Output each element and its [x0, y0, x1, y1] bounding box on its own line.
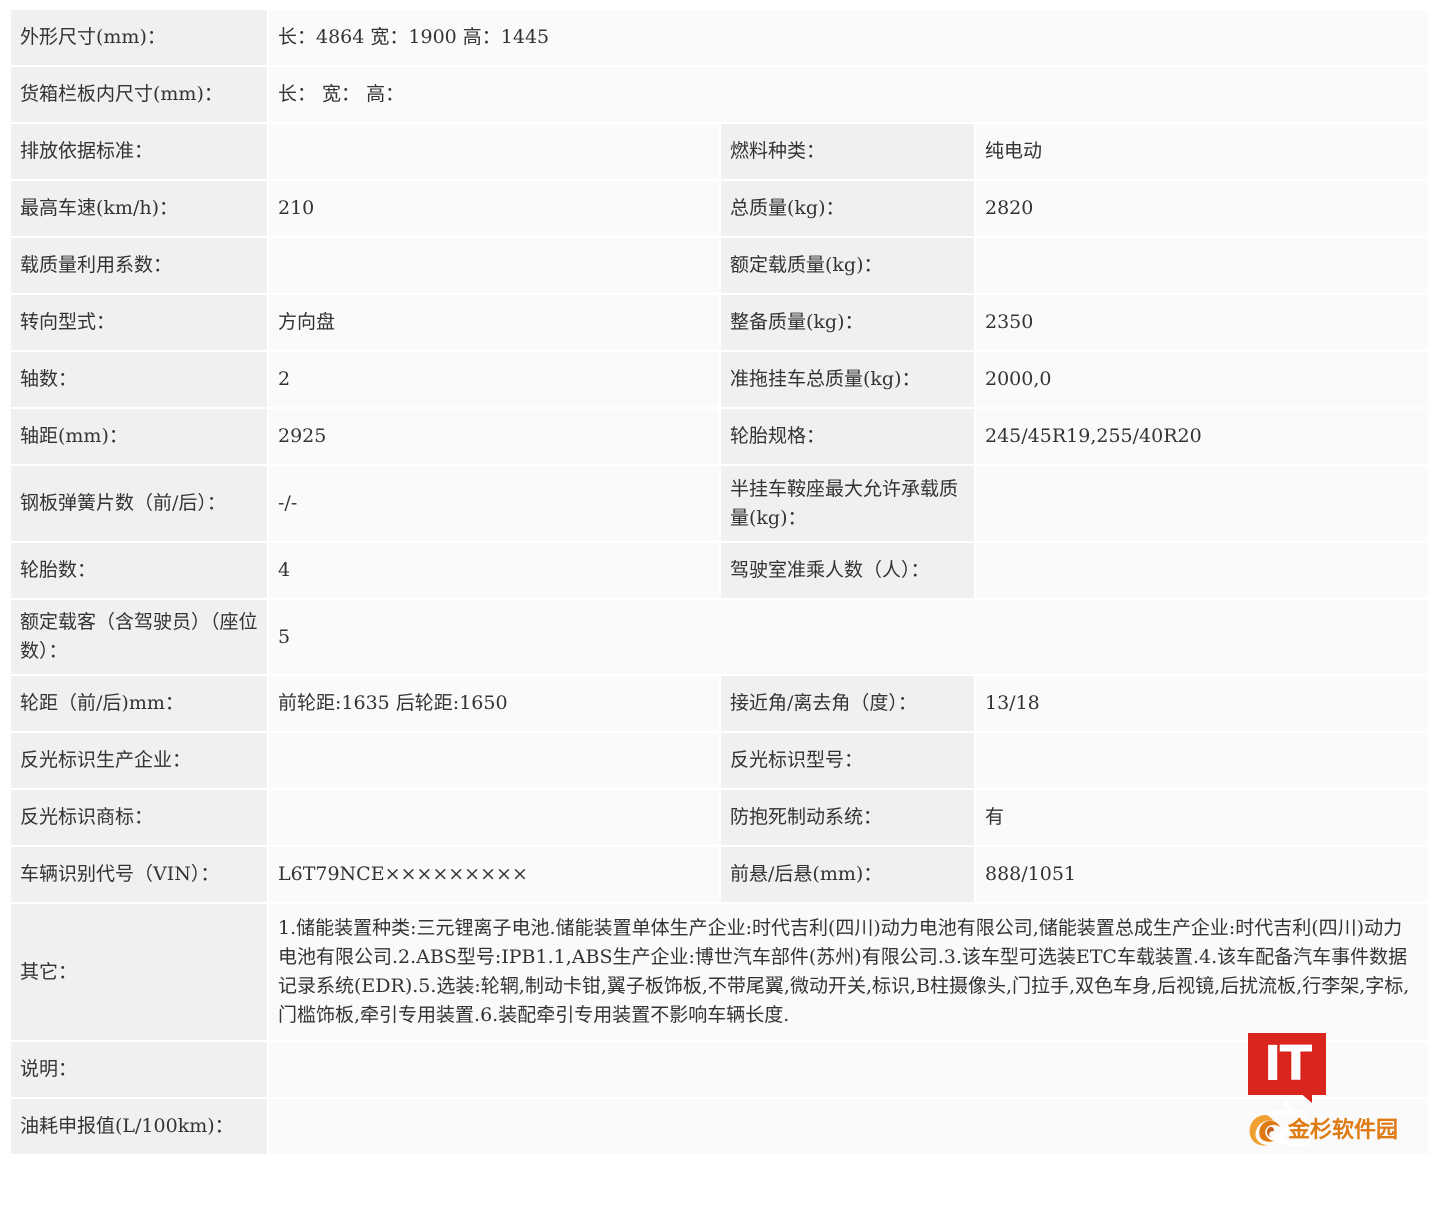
spec-value: 2925	[267, 409, 719, 466]
spec-row: 最高车速(km/h)： 210 总质量(kg)： 2820	[11, 181, 1428, 238]
spec-label: 转向型式：	[11, 295, 267, 352]
spec-label: 货箱栏板内尺寸(mm)：	[11, 67, 267, 124]
spec-value	[267, 238, 719, 295]
spec-row: 转向型式： 方向盘 整备质量(kg)： 2350	[11, 295, 1428, 352]
spec-label: 油耗申报值(L/100km)：	[11, 1099, 267, 1156]
spec-label: 燃料种类：	[719, 124, 974, 181]
vehicle-spec-table: 外形尺寸(mm)： 长：4864 宽：1900 高：1445 货箱栏板内尺寸(m…	[11, 10, 1428, 1156]
spec-value	[974, 238, 1428, 295]
spec-label: 反光标识型号：	[719, 733, 974, 790]
spec-label: 轴距(mm)：	[11, 409, 267, 466]
spec-row: 轮距（前/后)mm： 前轮距:1635 后轮距:1650 接近角/离去角（度）：…	[11, 676, 1428, 733]
spec-value: 5	[267, 600, 1428, 676]
spec-row: 轮胎数： 4 驾驶室准乘人数（人）：	[11, 543, 1428, 600]
spec-value	[267, 790, 719, 847]
spec-value: 2000,0	[974, 352, 1428, 409]
spec-label: 额定载客（含驾驶员）（座位数）：	[11, 600, 267, 676]
spec-label: 载质量利用系数：	[11, 238, 267, 295]
spec-value: 2820	[974, 181, 1428, 238]
spec-value-other: 1.储能装置种类:三元锂离子电池.储能装置单体生产企业:时代吉利(四川)动力电池…	[267, 904, 1428, 1042]
spec-value: 210	[267, 181, 719, 238]
spec-row-dimensions: 外形尺寸(mm)： 长：4864 宽：1900 高：1445	[11, 10, 1428, 67]
spec-label: 反光标识商标：	[11, 790, 267, 847]
spec-row: 反光标识商标： 防抱死制动系统： 有	[11, 790, 1428, 847]
spec-label: 车辆识别代号（VIN）：	[11, 847, 267, 904]
spec-value: 长：4864 宽：1900 高：1445	[267, 10, 1428, 67]
spec-label: 总质量(kg)：	[719, 181, 974, 238]
spec-row: 载质量利用系数： 额定载质量(kg)：	[11, 238, 1428, 295]
spec-label: 说明：	[11, 1042, 267, 1099]
site-name: 金杉软件园	[1288, 1118, 1399, 1143]
spec-value: 2350	[974, 295, 1428, 352]
spec-label: 前悬/后悬(mm)：	[719, 847, 974, 904]
spec-label: 外形尺寸(mm)：	[11, 10, 267, 67]
spec-label: 轮胎规格：	[719, 409, 974, 466]
spec-label: 整备质量(kg)：	[719, 295, 974, 352]
spec-value	[267, 733, 719, 790]
spec-value: 2	[267, 352, 719, 409]
spec-label: 额定载质量(kg)：	[719, 238, 974, 295]
spec-value	[267, 124, 719, 181]
spec-row: 轴数： 2 准拖挂车总质量(kg)： 2000,0	[11, 352, 1428, 409]
spec-value: 有	[974, 790, 1428, 847]
spec-row-fuel: 油耗申报值(L/100km)：	[11, 1099, 1428, 1156]
spec-label: 轮距（前/后)mm：	[11, 676, 267, 733]
spec-label: 驾驶室准乘人数（人）：	[719, 543, 974, 600]
spec-row: 钢板弹簧片数（前/后）： -/- 半挂车鞍座最大允许承载质量(kg)：	[11, 466, 1428, 543]
spec-value: L6T79NCE×××××××××	[267, 847, 719, 904]
spec-value: -/-	[267, 466, 719, 543]
spec-label: 轴数：	[11, 352, 267, 409]
spec-value	[974, 466, 1428, 543]
spec-label: 钢板弹簧片数（前/后）：	[11, 466, 267, 543]
spec-label: 其它：	[11, 904, 267, 1042]
spec-row-passengers: 额定载客（含驾驶员）（座位数）： 5	[11, 600, 1428, 676]
spec-value	[974, 543, 1428, 600]
spec-label: 半挂车鞍座最大允许承载质量(kg)：	[719, 466, 974, 543]
spec-value	[974, 733, 1428, 790]
watermark-logo: IT之家 金杉软件园	[1248, 1033, 1418, 1216]
spec-row: 车辆识别代号（VIN）： L6T79NCE××××××××× 前悬/后悬(mm)…	[11, 847, 1428, 904]
spec-value: 纯电动	[974, 124, 1428, 181]
spec-row: 反光标识生产企业： 反光标识型号：	[11, 733, 1428, 790]
spec-value: 4	[267, 543, 719, 600]
spec-value: 方向盘	[267, 295, 719, 352]
spec-label: 反光标识生产企业：	[11, 733, 267, 790]
spec-value: 13/18	[974, 676, 1428, 733]
spec-value: 前轮距:1635 后轮距:1650	[267, 676, 719, 733]
spec-label: 最高车速(km/h)：	[11, 181, 267, 238]
spec-value: 245/45R19,255/40R20	[974, 409, 1428, 466]
spec-label: 接近角/离去角（度）：	[719, 676, 974, 733]
spec-row: 轴距(mm)： 2925 轮胎规格： 245/45R19,255/40R20	[11, 409, 1428, 466]
ithome-logo-tail	[1298, 1091, 1312, 1103]
spec-label: 准拖挂车总质量(kg)：	[719, 352, 974, 409]
spec-row: 排放依据标准： 燃料种类： 纯电动	[11, 124, 1428, 181]
spec-row-remarks: 说明：	[11, 1042, 1428, 1099]
spec-value: 长： 宽： 高：	[267, 67, 1428, 124]
swirl-logo-icon	[1249, 1115, 1280, 1146]
spec-label: 排放依据标准：	[11, 124, 267, 181]
spec-row-cargo-box: 货箱栏板内尺寸(mm)： 长： 宽： 高：	[11, 67, 1428, 124]
spec-row-other: 其它： 1.储能装置种类:三元锂离子电池.储能装置单体生产企业:时代吉利(四川)…	[11, 904, 1428, 1042]
spec-label: 轮胎数：	[11, 543, 267, 600]
spec-label: 防抱死制动系统：	[719, 790, 974, 847]
spec-value: 888/1051	[974, 847, 1428, 904]
ithome-logo: IT之家	[1248, 1033, 1326, 1216]
